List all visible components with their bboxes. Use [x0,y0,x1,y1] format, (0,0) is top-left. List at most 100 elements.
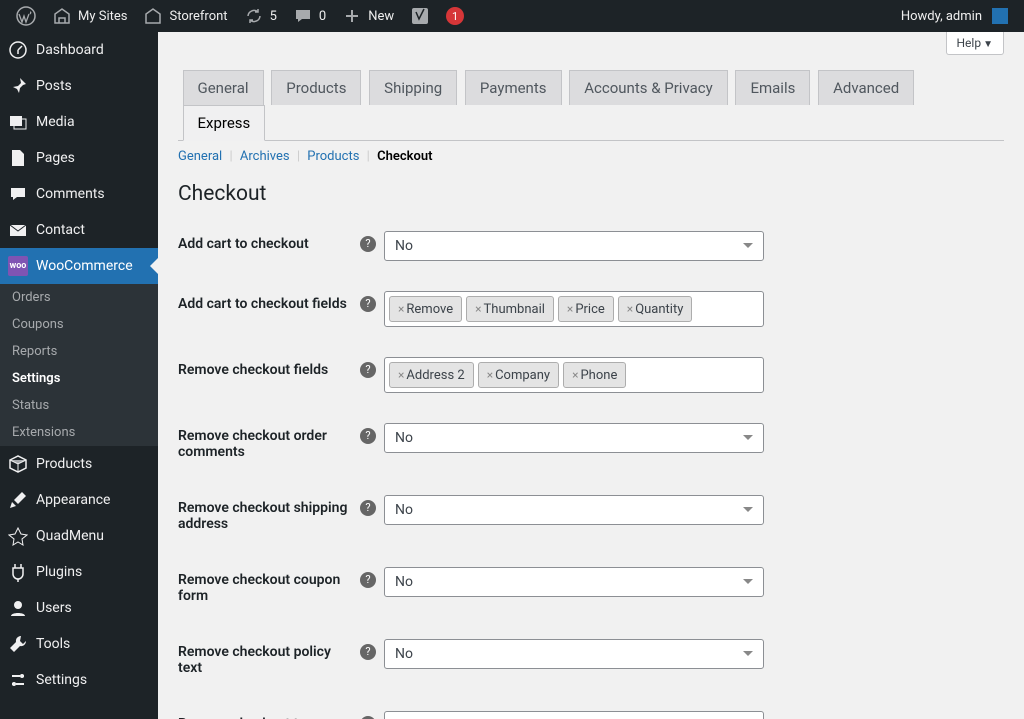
tab-express[interactable]: Express [183,105,266,141]
updates[interactable]: 5 [236,0,285,32]
menu-quadmenu[interactable]: QuadMenu [0,518,158,554]
menu-contact[interactable]: Contact [0,212,158,248]
tab-advanced[interactable]: Advanced [818,70,914,105]
menu-tools-label: Tools [36,636,70,652]
tag-remove-x[interactable]: × [398,368,404,382]
tag-thumbnail: ×Thumbnail [466,296,554,322]
menu-dashboard-label: Dashboard [36,42,104,58]
my-sites-label: My Sites [78,9,127,24]
subtab-archives[interactable]: Archives [240,149,290,164]
menu-users-label: Users [36,600,72,616]
submenu-coupons[interactable]: Coupons [0,311,158,338]
help-tip-icon[interactable]: ? [360,572,376,588]
tab-emails[interactable]: Emails [735,70,810,105]
tag-remove-x[interactable]: × [487,368,493,382]
menu-woocommerce[interactable]: woo WooCommerce [0,248,158,284]
tag-remove: ×Remove [389,296,462,322]
menu-appearance[interactable]: Appearance [0,482,158,518]
menu-dashboard[interactable]: Dashboard [0,32,158,68]
menu-quadmenu-label: QuadMenu [36,528,104,544]
tag-remove-x[interactable]: × [567,302,573,316]
tab-products[interactable]: Products [271,70,361,105]
menu-products-label: Products [36,456,92,472]
submenu-orders[interactable]: Orders [0,284,158,311]
submenu-extensions[interactable]: Extensions [0,419,158,446]
admin-sidebar: Dashboard Posts Media Pages Comments Con… [0,32,158,719]
select-remove-terms[interactable]: No [384,711,764,719]
dashboard-icon [8,40,28,60]
updates-count: 5 [270,9,277,24]
submenu-settings[interactable]: Settings [0,365,158,392]
help-tab[interactable]: Help▼ [946,32,1005,55]
tab-accounts[interactable]: Accounts & Privacy [569,70,727,105]
label-remove-policy: Remove checkout policy text [178,624,358,696]
settings-form: Add cart to checkout ? No Add cart to ch… [178,216,1004,719]
site-name-label: Storefront [169,9,227,24]
my-account[interactable]: Howdy, admin [893,0,1016,32]
comments-count: 0 [319,9,326,24]
users-icon [8,598,28,618]
select-remove-policy[interactable]: No [384,639,764,669]
wordpress-icon [16,6,36,26]
select-remove-coupon[interactable]: No [384,567,764,597]
menu-plugins[interactable]: Plugins [0,554,158,590]
yoast-bar[interactable] [402,0,438,32]
tag-address2: ×Address 2 [389,362,474,388]
brush-icon [8,490,28,510]
subtab-products[interactable]: Products [307,149,359,164]
notif-count: 1 [446,7,464,25]
tag-remove-x[interactable]: × [475,302,481,316]
help-label: Help [957,36,982,50]
tag-remove-x[interactable]: × [398,302,404,316]
subtab-general[interactable]: General [178,149,222,164]
refresh-icon [244,6,264,26]
select-remove-shipping[interactable]: No [384,495,764,525]
tab-general[interactable]: General [183,70,264,105]
select-remove-comments[interactable]: No [384,423,764,453]
help-tip-icon[interactable]: ? [360,362,376,378]
menu-posts-label: Posts [36,78,72,94]
submenu-reports[interactable]: Reports [0,338,158,365]
new-label: New [368,9,394,24]
help-tip-icon[interactable]: ? [360,296,376,312]
yoast-icon [410,6,430,26]
woocommerce-icon: woo [8,256,28,276]
menu-settings[interactable]: Settings [0,662,158,698]
new-content[interactable]: New [334,0,402,32]
tab-payments[interactable]: Payments [465,70,562,105]
menu-pages-label: Pages [36,150,75,166]
tag-remove-x[interactable]: × [572,368,578,382]
menu-settings-label: Settings [36,672,87,688]
help-tip-icon[interactable]: ? [360,236,376,252]
menu-comments[interactable]: Comments [0,176,158,212]
notifications-bar[interactable]: 1 [438,0,472,32]
my-sites[interactable]: My Sites [44,0,135,32]
menu-media-label: Media [36,114,75,130]
label-remove-terms: Remove checkout terms and conditions [178,696,358,719]
menu-tools[interactable]: Tools [0,626,158,662]
plus-icon [342,6,362,26]
tools-icon [8,634,28,654]
site-name[interactable]: Storefront [135,0,235,32]
menu-products[interactable]: Products [0,446,158,482]
tag-quantity: ×Quantity [618,296,693,322]
tag-remove-x[interactable]: × [627,302,633,316]
multiselect-remove-fields[interactable]: ×Address 2 ×Company ×Phone [384,357,764,393]
menu-posts[interactable]: Posts [0,68,158,104]
multiselect-add-cart-fields[interactable]: ×Remove ×Thumbnail ×Price ×Quantity [384,291,764,327]
menu-media[interactable]: Media [0,104,158,140]
submenu-status[interactable]: Status [0,392,158,419]
pin-icon [8,76,28,96]
help-tip-icon[interactable]: ? [360,500,376,516]
help-tip-icon[interactable]: ? [360,644,376,660]
menu-pages[interactable]: Pages [0,140,158,176]
tab-shipping[interactable]: Shipping [369,70,457,105]
label-add-cart: Add cart to checkout [178,216,358,276]
comments-bar[interactable]: 0 [285,0,334,32]
help-tip-icon[interactable]: ? [360,428,376,444]
select-add-cart[interactable]: No [384,231,764,261]
tag-price: ×Price [558,296,614,322]
wp-logo[interactable] [8,0,44,32]
menu-users[interactable]: Users [0,590,158,626]
page-icon [8,148,28,168]
